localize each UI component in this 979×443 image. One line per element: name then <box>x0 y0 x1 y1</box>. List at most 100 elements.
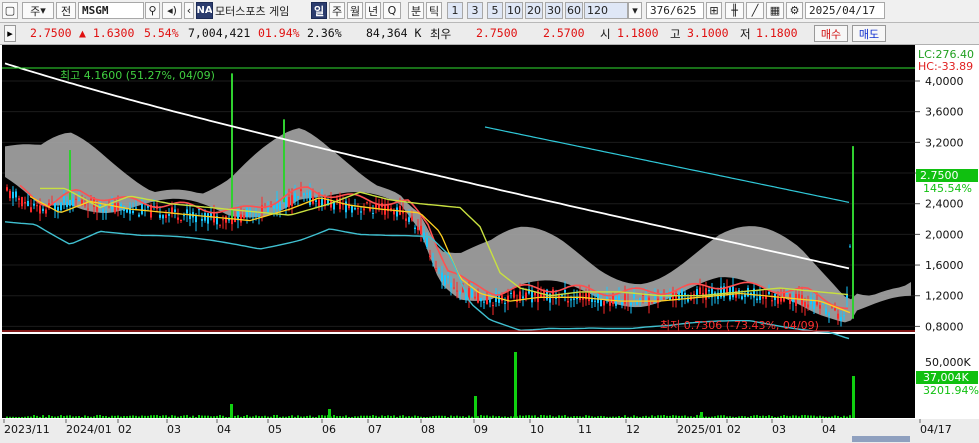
volume-bar <box>180 415 182 418</box>
quote-amount: 84,364 K <box>366 26 422 40</box>
volume-panel[interactable] <box>2 334 915 418</box>
market-type-select[interactable]: 주 ▾ <box>22 2 54 19</box>
interval-10[interactable]: 10 <box>505 2 523 19</box>
speaker-icon[interactable]: ◂) <box>162 2 182 19</box>
candle-body <box>597 293 599 303</box>
window-menu-icon[interactable]: ▢ <box>2 2 18 19</box>
fit-screen-icon[interactable]: ⊞ <box>706 2 722 19</box>
volume-bar <box>540 415 542 418</box>
volume-bar <box>570 416 572 418</box>
volume-bar <box>246 415 248 418</box>
interval-dropdown-icon[interactable]: ▾ <box>628 2 642 19</box>
date-input[interactable]: 2025/04/17 <box>805 2 885 19</box>
interval-60[interactable]: 60 <box>565 2 583 19</box>
volume-bar <box>801 415 803 418</box>
quote-expand-icon[interactable]: ▸ <box>4 25 16 42</box>
candle-body <box>57 207 59 211</box>
candle-body <box>285 197 287 208</box>
period-tab-quarter[interactable]: Q <box>383 2 401 19</box>
volume-bar <box>240 416 242 418</box>
price-chart[interactable]: 최고 4.1600 (51.27%, 04/09) 최저 0.7306 (-73… <box>0 45 979 443</box>
interval-3[interactable]: 3 <box>467 2 483 19</box>
layout-icon[interactable]: ▦ <box>766 2 784 19</box>
time-tick-label: 02 <box>727 423 741 436</box>
settings-gear-icon[interactable]: ⚙ <box>786 2 803 19</box>
volume-bar <box>258 416 260 418</box>
quote-low-label: 저 <box>740 27 751 41</box>
interval-1[interactable]: 1 <box>447 2 463 19</box>
period-tab-week[interactable]: 주 <box>329 2 345 19</box>
candle-body <box>798 294 800 300</box>
candle-body <box>9 190 11 199</box>
interval-20[interactable]: 20 <box>525 2 543 19</box>
candle-body <box>105 211 107 213</box>
volume-bar <box>72 416 74 418</box>
volume-bar <box>312 416 314 418</box>
quote-volume-ratio: 01.94% <box>258 26 300 40</box>
candle-body <box>201 218 203 221</box>
volume-bar <box>225 416 227 418</box>
search-icon[interactable]: ⚲ <box>145 2 160 19</box>
volume-bar <box>201 415 203 418</box>
candle-body <box>66 201 68 207</box>
draw-line-icon[interactable]: ╱ <box>746 2 764 19</box>
time-tick-label: 02 <box>118 423 132 436</box>
volume-bar <box>183 415 185 418</box>
ticker-input[interactable]: MSGM <box>78 2 144 19</box>
period-tab-month[interactable]: 월 <box>347 2 363 19</box>
time-tick-label: 2024/01 <box>66 423 112 436</box>
interval-custom-input[interactable]: 120 <box>584 2 628 19</box>
volume-bar <box>534 415 536 418</box>
quote-best-label: 최우 <box>430 27 452 41</box>
volume-spike-bar <box>328 409 331 418</box>
volume-bar <box>417 416 419 418</box>
volume-bar <box>36 415 38 418</box>
candle-body <box>138 214 140 217</box>
volume-bar <box>735 416 737 418</box>
volume-bar <box>594 416 596 418</box>
candle-body <box>483 301 485 303</box>
volume-bar <box>144 415 146 418</box>
volume-bar <box>291 415 293 418</box>
sell-button[interactable]: 매도 <box>852 25 886 42</box>
exchange-label: 전 <box>60 4 72 18</box>
interval-30[interactable]: 30 <box>545 2 563 19</box>
candle-type-icon[interactable]: ╫ <box>725 2 744 19</box>
period-tab-day[interactable]: 일 <box>311 2 327 19</box>
volume-bar <box>372 415 374 418</box>
volume-bar <box>345 415 347 418</box>
candle-body <box>699 287 701 295</box>
period-tab-year[interactable]: 년 <box>365 2 381 19</box>
period-tab-tick[interactable]: 틱 <box>426 2 442 19</box>
candle-body <box>186 209 188 214</box>
time-tick-label: 2025/01 <box>677 423 723 436</box>
volume-bar <box>567 416 569 418</box>
volume-bar <box>711 416 713 418</box>
volume-bar <box>12 416 14 418</box>
volume-bar <box>453 416 455 418</box>
interval-5[interactable]: 5 <box>487 2 503 19</box>
scroll-left-icon[interactable]: ‹ <box>184 2 194 19</box>
candle-body <box>246 208 248 217</box>
candle-body <box>618 295 620 301</box>
time-tick-label: 03 <box>772 423 786 436</box>
volume-bar <box>369 415 371 418</box>
horizontal-scrollbar[interactable] <box>852 436 910 442</box>
time-tick-label: 04 <box>217 423 231 436</box>
price-tick-label: 1,2000 <box>925 290 964 303</box>
exchange-select[interactable]: 전 <box>56 2 76 19</box>
candle-body <box>255 214 257 216</box>
time-tick-label: 06 <box>322 423 336 436</box>
volume-bar <box>600 415 602 418</box>
candle-body <box>651 302 653 304</box>
candle-body <box>693 294 695 296</box>
candle-body <box>114 203 116 213</box>
volume-bar <box>666 415 668 418</box>
volume-bar <box>669 415 671 418</box>
candle-body <box>408 217 410 222</box>
volume-bar <box>162 415 164 418</box>
buy-button[interactable]: 매수 <box>814 25 848 42</box>
volume-bar <box>60 415 62 418</box>
period-tab-minute[interactable]: 분 <box>408 2 424 19</box>
candle-body <box>405 218 407 221</box>
